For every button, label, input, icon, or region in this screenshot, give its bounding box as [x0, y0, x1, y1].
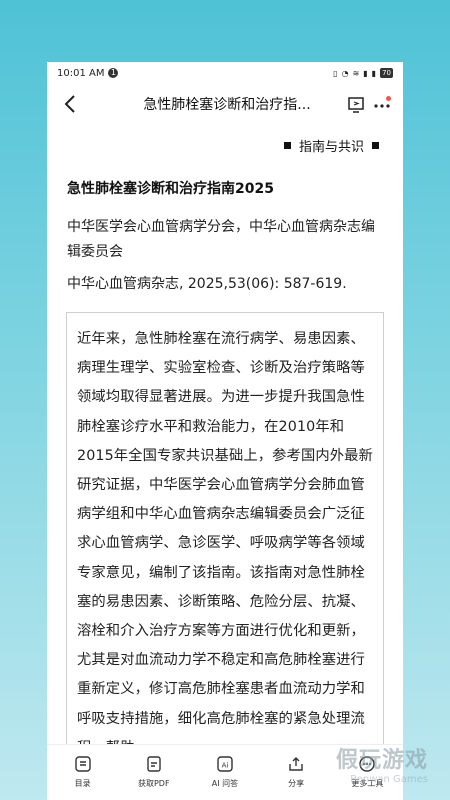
screen-share-icon[interactable] [347, 96, 365, 114]
nav-pdf-button[interactable]: 获取PDF [124, 755, 184, 789]
top-navigation-bar: 急性肺栓塞诊断和治疗指... [47, 84, 403, 124]
nav-toc-button[interactable]: 目录 [53, 755, 113, 789]
nav-more-tools-label: 更多工具 [351, 779, 384, 788]
abstract-box: 近年来，急性肺栓塞在流行病学、易患因素、病理生理学、实验室检查、诊断及治疗策略等… [66, 312, 384, 800]
status-time: 10:01 AM [57, 67, 105, 79]
notification-badge: 1 [108, 68, 119, 78]
nav-pdf-label: 获取PDF [137, 779, 170, 788]
wifi-icon: ≋ [352, 68, 360, 78]
pdf-icon [147, 756, 161, 772]
alarm-icon: ◔ [341, 68, 349, 78]
signal-icon-2: ▮ [371, 68, 377, 78]
document-citation: 中华心血管病杂志, 2025,53(06): 587-619. [67, 276, 347, 292]
back-icon[interactable] [61, 94, 81, 114]
square-bullet-icon [372, 142, 379, 149]
document-title: 急性肺栓塞诊断和治疗指南2025 [67, 181, 274, 197]
list-icon [74, 756, 91, 772]
nav-ai-label: AI 问答 [211, 779, 239, 788]
app-screen: 10:01 AM 1 ▯ ◔ ≋ ▮ ▮ 70 急性肺栓塞诊断和治疗指... 指… [47, 62, 403, 800]
nav-ai-button[interactable]: Ai AI 问答 [195, 755, 255, 789]
more-options-button[interactable] [373, 96, 391, 114]
section-tag: 指南与共识 [283, 136, 379, 155]
bottom-toolbar: 目录 获取PDF Ai AI 问答 分享 更多工具 [47, 744, 403, 800]
document-authors: 中华医学会心血管病学分会，中华心血管病杂志编辑委员会 [67, 219, 375, 260]
nav-share-label: 分享 [288, 779, 305, 788]
section-tag-label: 指南与共识 [298, 140, 364, 155]
ai-icon: Ai [217, 756, 233, 772]
nav-share-button[interactable]: 分享 [266, 755, 326, 789]
vibrate-icon: ▯ [333, 68, 338, 78]
page-title: 急性肺栓塞诊断和治疗指... [143, 97, 311, 113]
signal-icon: ▮ [363, 68, 368, 78]
share-icon [289, 757, 303, 771]
battery-icon: 70 [380, 68, 393, 78]
square-bullet-icon [283, 142, 291, 149]
more-tools-icon [359, 756, 376, 772]
notification-dot [386, 96, 391, 101]
nav-more-tools-button[interactable]: 更多工具 [337, 755, 397, 789]
nav-toc-label: 目录 [74, 779, 91, 788]
abstract-text: 近年来，急性肺栓塞在流行病学、易患因素、病理生理学、实验室检查、诊断及治疗策略等… [77, 331, 373, 756]
status-bar: 10:01 AM 1 ▯ ◔ ≋ ▮ ▮ 70 [47, 62, 403, 84]
svg-text:Ai: Ai [222, 762, 229, 770]
